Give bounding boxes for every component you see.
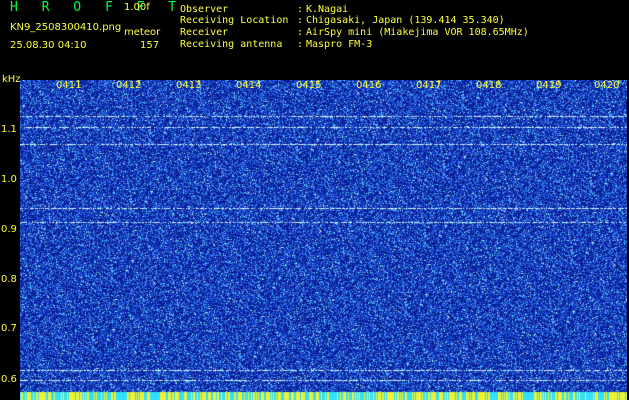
y-tick-label: 1.1 — [1, 124, 17, 135]
x-tick-label: 0415 — [296, 80, 322, 91]
antenna-label: Receiving antenna — [180, 39, 283, 50]
y-tick-label: 0.9 — [1, 224, 17, 235]
location-label: Receiving Location — [180, 15, 289, 26]
location-value: Chigasaki, Japan (139.414 35.340) — [306, 15, 505, 26]
trigger-type-label: meteor — [124, 27, 161, 38]
x-tick-label: 0416 — [356, 80, 382, 91]
app-logo: H R O F F T — [10, 0, 185, 15]
y-tick-label: 0.8 — [1, 274, 17, 285]
x-tick-label: 0419 — [536, 80, 562, 91]
receiver-colon: : — [297, 27, 304, 38]
version-label: 1.00f — [124, 2, 150, 13]
frequency-unit-label: kHz — [2, 74, 21, 85]
receiver-value: AirSpy mini (Miakejima VOR 108.65MHz) — [306, 27, 529, 38]
x-tick-label: 0414 — [236, 80, 262, 91]
hrofft-window: H R O F F T 1.00f KN9_2508300410.png met… — [0, 0, 629, 400]
antenna-value: Maspro FM-3 — [306, 39, 373, 50]
count-label: 157 — [140, 40, 160, 51]
x-tick-label: 0411 — [56, 80, 82, 91]
y-tick-label: 1.0 — [1, 174, 17, 185]
observer-colon: : — [297, 4, 304, 15]
antenna-colon: : — [297, 39, 304, 50]
x-tick-label: 0418 — [476, 80, 502, 91]
x-tick-label: 0420 — [594, 80, 620, 91]
y-tick-label: 0.6 — [1, 374, 17, 385]
spectrogram — [20, 80, 627, 400]
observer-label: Observer — [180, 4, 229, 15]
x-tick-label: 0412 — [116, 80, 142, 91]
x-tick-label: 0417 — [416, 80, 442, 91]
location-colon: : — [297, 15, 304, 26]
receiver-label: Receiver — [180, 27, 229, 38]
timestamp-label: 25.08.30 04:10 — [10, 40, 87, 51]
x-tick-label: 0413 — [176, 80, 202, 91]
spectrogram-canvas — [20, 80, 627, 400]
y-tick-label: 0.7 — [1, 323, 17, 334]
filename-label: KN9_2508300410.png — [10, 22, 122, 33]
observer-value: K.Nagai — [306, 4, 349, 15]
